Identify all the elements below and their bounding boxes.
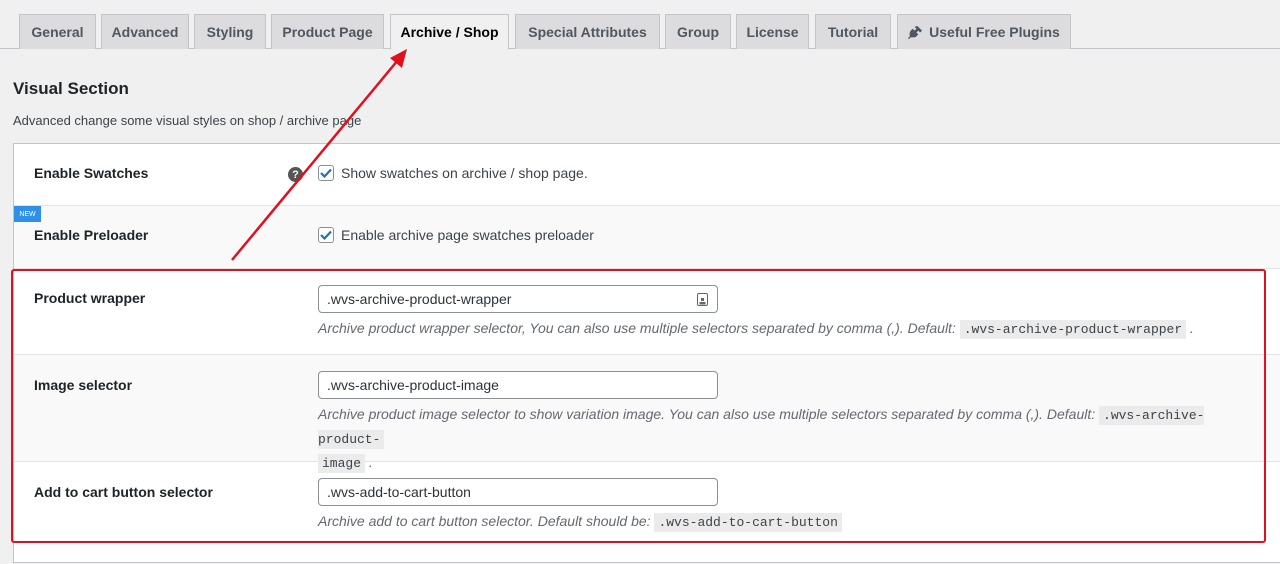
tab-archive-shop[interactable]: Archive / Shop xyxy=(390,14,509,50)
tab-special-attributes[interactable]: Special Attributes xyxy=(515,14,660,49)
row-add-to-cart-selector: Add to cart button selector Archive add … xyxy=(14,462,1280,564)
product-wrapper-description: Archive product wrapper selector, You ca… xyxy=(318,317,1258,341)
section-title: Visual Section xyxy=(13,79,129,98)
enable-swatches-label: Enable Swatches xyxy=(34,165,149,181)
enable-preloader-label: Enable Preloader xyxy=(34,227,149,243)
add-to-cart-selector-description: Archive add to cart button selector. Def… xyxy=(318,510,1258,534)
product-wrapper-description-text: Archive product wrapper selector, You ca… xyxy=(318,320,956,336)
autofill-icon[interactable] xyxy=(697,293,708,306)
image-selector-description-text: Archive product image selector to show v… xyxy=(318,406,1096,422)
new-badge: NEW xyxy=(14,206,41,222)
add-to-cart-selector-description-text: Archive add to cart button selector. Def… xyxy=(318,513,651,529)
add-to-cart-selector-input[interactable] xyxy=(318,478,718,506)
row-enable-swatches: Enable Swatches ? Show swatches on archi… xyxy=(14,144,1280,206)
settings-table: Enable Swatches ? Show swatches on archi… xyxy=(13,143,1280,563)
checkmark-icon xyxy=(320,168,332,178)
question-icon[interactable]: ? xyxy=(288,167,303,182)
tab-license[interactable]: License xyxy=(736,14,809,49)
product-wrapper-default-code: .wvs-archive-product-wrapper xyxy=(959,320,1187,339)
settings-tab-bar: General Advanced Styling Product Page Ar… xyxy=(0,0,1280,50)
add-to-cart-selector-label: Add to cart button selector xyxy=(34,484,213,500)
image-selector-input[interactable] xyxy=(318,371,718,399)
checkmark-icon xyxy=(320,230,332,240)
tab-styling[interactable]: Styling xyxy=(194,14,266,49)
enable-swatches-checkbox[interactable] xyxy=(318,165,334,181)
enable-preloader-checkbox[interactable] xyxy=(318,227,334,243)
product-wrapper-input[interactable] xyxy=(318,285,718,313)
plug-icon xyxy=(908,25,923,40)
enable-swatches-checkbox-label[interactable]: Show swatches on archive / shop page. xyxy=(341,165,588,181)
add-to-cart-default-code: .wvs-add-to-cart-button xyxy=(654,513,842,532)
tab-useful-free-plugins-label: Useful Free Plugins xyxy=(929,24,1060,40)
row-enable-preloader: NEW Enable Preloader Enable archive page… xyxy=(14,206,1280,269)
row-image-selector: Image selector Archive product image sel… xyxy=(14,355,1280,473)
product-wrapper-description-suffix: . xyxy=(1190,320,1194,336)
tab-group[interactable]: Group xyxy=(665,14,731,49)
image-selector-label: Image selector xyxy=(34,377,133,393)
enable-preloader-checkbox-label[interactable]: Enable archive page swatches preloader xyxy=(341,227,594,243)
tab-tutorial[interactable]: Tutorial xyxy=(815,14,891,49)
tab-product-page[interactable]: Product Page xyxy=(271,14,384,49)
tab-advanced[interactable]: Advanced xyxy=(101,14,189,49)
tab-useful-free-plugins[interactable]: Useful Free Plugins xyxy=(897,14,1071,49)
row-product-wrapper: Product wrapper Archive product wrapper … xyxy=(14,269,1280,355)
product-wrapper-label: Product wrapper xyxy=(34,290,146,306)
section-description: Advanced change some visual styles on sh… xyxy=(13,113,362,128)
tab-general[interactable]: General xyxy=(19,14,96,49)
